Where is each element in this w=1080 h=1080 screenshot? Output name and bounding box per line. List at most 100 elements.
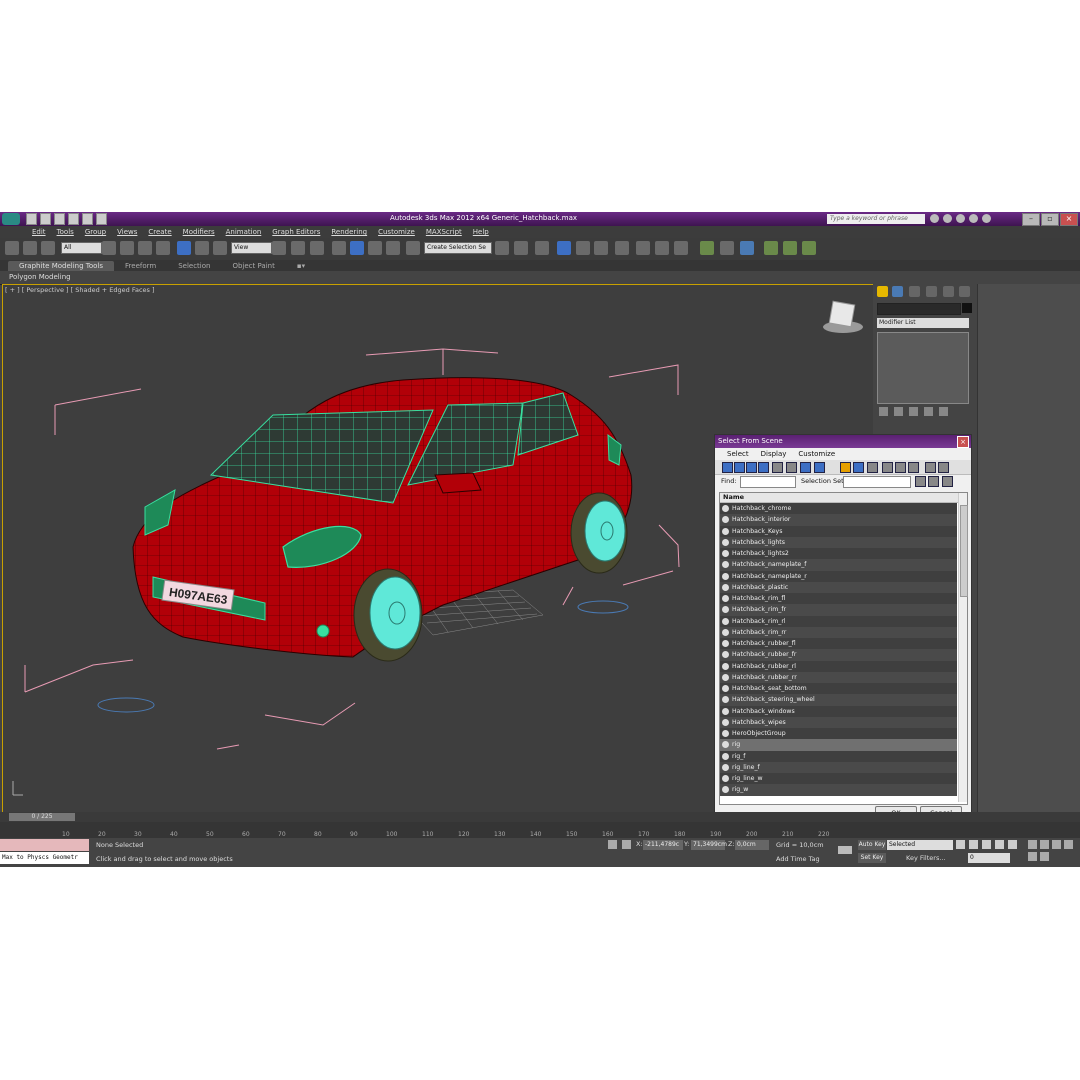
list-item[interactable]: HeroObjectGroup [720, 728, 957, 740]
select-object-icon[interactable] [102, 241, 116, 255]
auto-key-button[interactable]: Auto Key [858, 840, 886, 850]
modifier-list-dropdown[interactable]: Modifier List [877, 318, 969, 328]
list-item[interactable]: Hatchback_seat_bottom [720, 683, 957, 695]
list-item[interactable]: Hatchback_chrome [720, 503, 957, 515]
y-coordinate-field[interactable]: 71,3499cm [691, 840, 727, 850]
scene-object-list[interactable]: Name Hatchback_chrome Hatchback_interior H… [719, 492, 968, 805]
list-item[interactable]: rig_line_f [720, 761, 957, 773]
modifier-stack[interactable] [877, 332, 969, 404]
display-tab-icon[interactable] [943, 286, 954, 297]
modify-tab-icon[interactable] [892, 286, 903, 297]
graphite-toggle-icon[interactable] [557, 241, 571, 255]
open-file-icon[interactable] [40, 213, 51, 225]
polygon-modeling-panel-label[interactable]: Polygon Modeling [9, 273, 71, 281]
project-folder-icon[interactable] [96, 213, 107, 225]
window-crossing-icon[interactable] [156, 241, 170, 255]
menu-maxscript[interactable]: MAXScript [426, 228, 462, 236]
display-helpers-icon[interactable] [772, 462, 783, 473]
physics-tool-icon-2[interactable] [720, 241, 734, 255]
dialog-menu-customize[interactable]: Customize [798, 448, 835, 460]
find-input[interactable] [740, 476, 796, 488]
list-item[interactable]: Hatchback_wipes [720, 716, 957, 728]
new-file-icon[interactable] [26, 213, 37, 225]
display-invert-icon[interactable] [908, 462, 919, 473]
filter-options-icon[interactable] [938, 462, 949, 473]
display-groups-icon[interactable] [800, 462, 811, 473]
display-none-icon[interactable] [895, 462, 906, 473]
z-coordinate-field[interactable]: 0,0cm [735, 840, 769, 850]
list-item[interactable]: rig_f [720, 750, 957, 762]
previous-frame-icon[interactable] [969, 840, 978, 849]
menu-views[interactable]: Views [117, 228, 137, 236]
configure-modifier-sets-icon[interactable] [939, 407, 948, 416]
key-filters-button[interactable]: Key Filters... [906, 854, 946, 862]
absolute-mode-icon[interactable] [622, 840, 631, 849]
subscription-icon[interactable] [943, 214, 952, 223]
schematic-view-icon[interactable] [594, 241, 608, 255]
app-logo-icon[interactable] [2, 213, 20, 225]
play-icon[interactable] [982, 840, 991, 849]
bind-space-warp-icon[interactable] [41, 241, 55, 255]
list-item[interactable]: rig [720, 739, 957, 751]
list-item[interactable]: Hatchback_rim_fl [720, 593, 957, 605]
dialog-menu-select[interactable]: Select [727, 448, 749, 460]
time-slider[interactable]: 0 / 225 [9, 813, 75, 821]
display-all-icon[interactable] [882, 462, 893, 473]
render-setup-icon[interactable] [636, 241, 650, 255]
render-production-icon[interactable] [674, 241, 688, 255]
edit-named-selection-icon[interactable] [406, 241, 420, 255]
curve-editor-icon[interactable] [576, 241, 590, 255]
x-coordinate-field[interactable]: -211,4789c [643, 840, 683, 850]
display-geometry-icon[interactable] [722, 462, 733, 473]
favorites-star-icon[interactable] [969, 214, 978, 223]
communication-icon[interactable] [956, 214, 965, 223]
zoom-icon[interactable] [1028, 840, 1037, 849]
go-to-start-icon[interactable] [956, 840, 965, 849]
list-item[interactable]: Hatchback_nameplate_f [720, 559, 957, 571]
list-item[interactable]: Hatchback_rim_rr [720, 626, 957, 638]
set-key-button[interactable]: Set Key [858, 853, 886, 863]
select-scale-icon[interactable] [213, 241, 227, 255]
field-of-view-icon[interactable] [1064, 840, 1073, 849]
tab-graphite-modeling-tools[interactable]: Graphite Modeling Tools [8, 261, 115, 271]
pan-icon[interactable] [1028, 852, 1037, 861]
help-search-input[interactable]: Type a keyword or phrase [827, 214, 925, 224]
menu-group[interactable]: Group [85, 228, 106, 236]
menu-graph-editors[interactable]: Graph Editors [272, 228, 320, 236]
list-item[interactable]: Hatchback_steering_wheel [720, 694, 957, 706]
physics-tool-icon-5[interactable] [783, 241, 797, 255]
selection-filter-dropdown[interactable]: All [61, 242, 102, 254]
unlink-icon[interactable] [23, 241, 37, 255]
display-bones-icon[interactable] [840, 462, 851, 473]
make-unique-icon[interactable] [909, 407, 918, 416]
tab-object-paint[interactable]: Object Paint [221, 261, 285, 271]
display-containers-icon[interactable] [853, 462, 864, 473]
link-icon[interactable] [5, 241, 19, 255]
object-name-field[interactable] [877, 303, 961, 315]
selection-set-tool-icon-2[interactable] [928, 476, 939, 487]
mirror-icon[interactable] [495, 241, 509, 255]
help-icon[interactable] [982, 214, 991, 223]
physics-tool-icon-3[interactable] [740, 241, 754, 255]
selection-set-tool-icon-3[interactable] [942, 476, 953, 487]
list-item[interactable]: Hatchback_plastic [720, 581, 957, 593]
select-move-icon[interactable] [177, 241, 191, 255]
zoom-extents-icon[interactable] [1052, 840, 1061, 849]
angle-snap-icon[interactable] [350, 241, 364, 255]
display-xrefs-icon[interactable] [814, 462, 825, 473]
select-by-name-icon[interactable] [120, 241, 134, 255]
align-icon[interactable] [514, 241, 528, 255]
menu-modifiers[interactable]: Modifiers [183, 228, 215, 236]
layer-manager-icon[interactable] [535, 241, 549, 255]
viewcube-icon[interactable] [823, 300, 863, 333]
list-item[interactable]: Hatchback_rim_fr [720, 604, 957, 616]
filter-icon[interactable] [925, 462, 936, 473]
show-end-result-icon[interactable] [894, 407, 903, 416]
menu-edit[interactable]: Edit [32, 228, 46, 236]
motion-tab-icon[interactable] [926, 286, 937, 297]
remove-modifier-icon[interactable] [924, 407, 933, 416]
rendered-frame-window-icon[interactable] [655, 241, 669, 255]
display-lights-icon[interactable] [746, 462, 757, 473]
timeline-ruler[interactable]: 10 20 30 40 50 60 70 80 90 100 110 120 130 140 150 160 1… [0, 822, 1080, 838]
zoom-all-icon[interactable] [1040, 840, 1049, 849]
